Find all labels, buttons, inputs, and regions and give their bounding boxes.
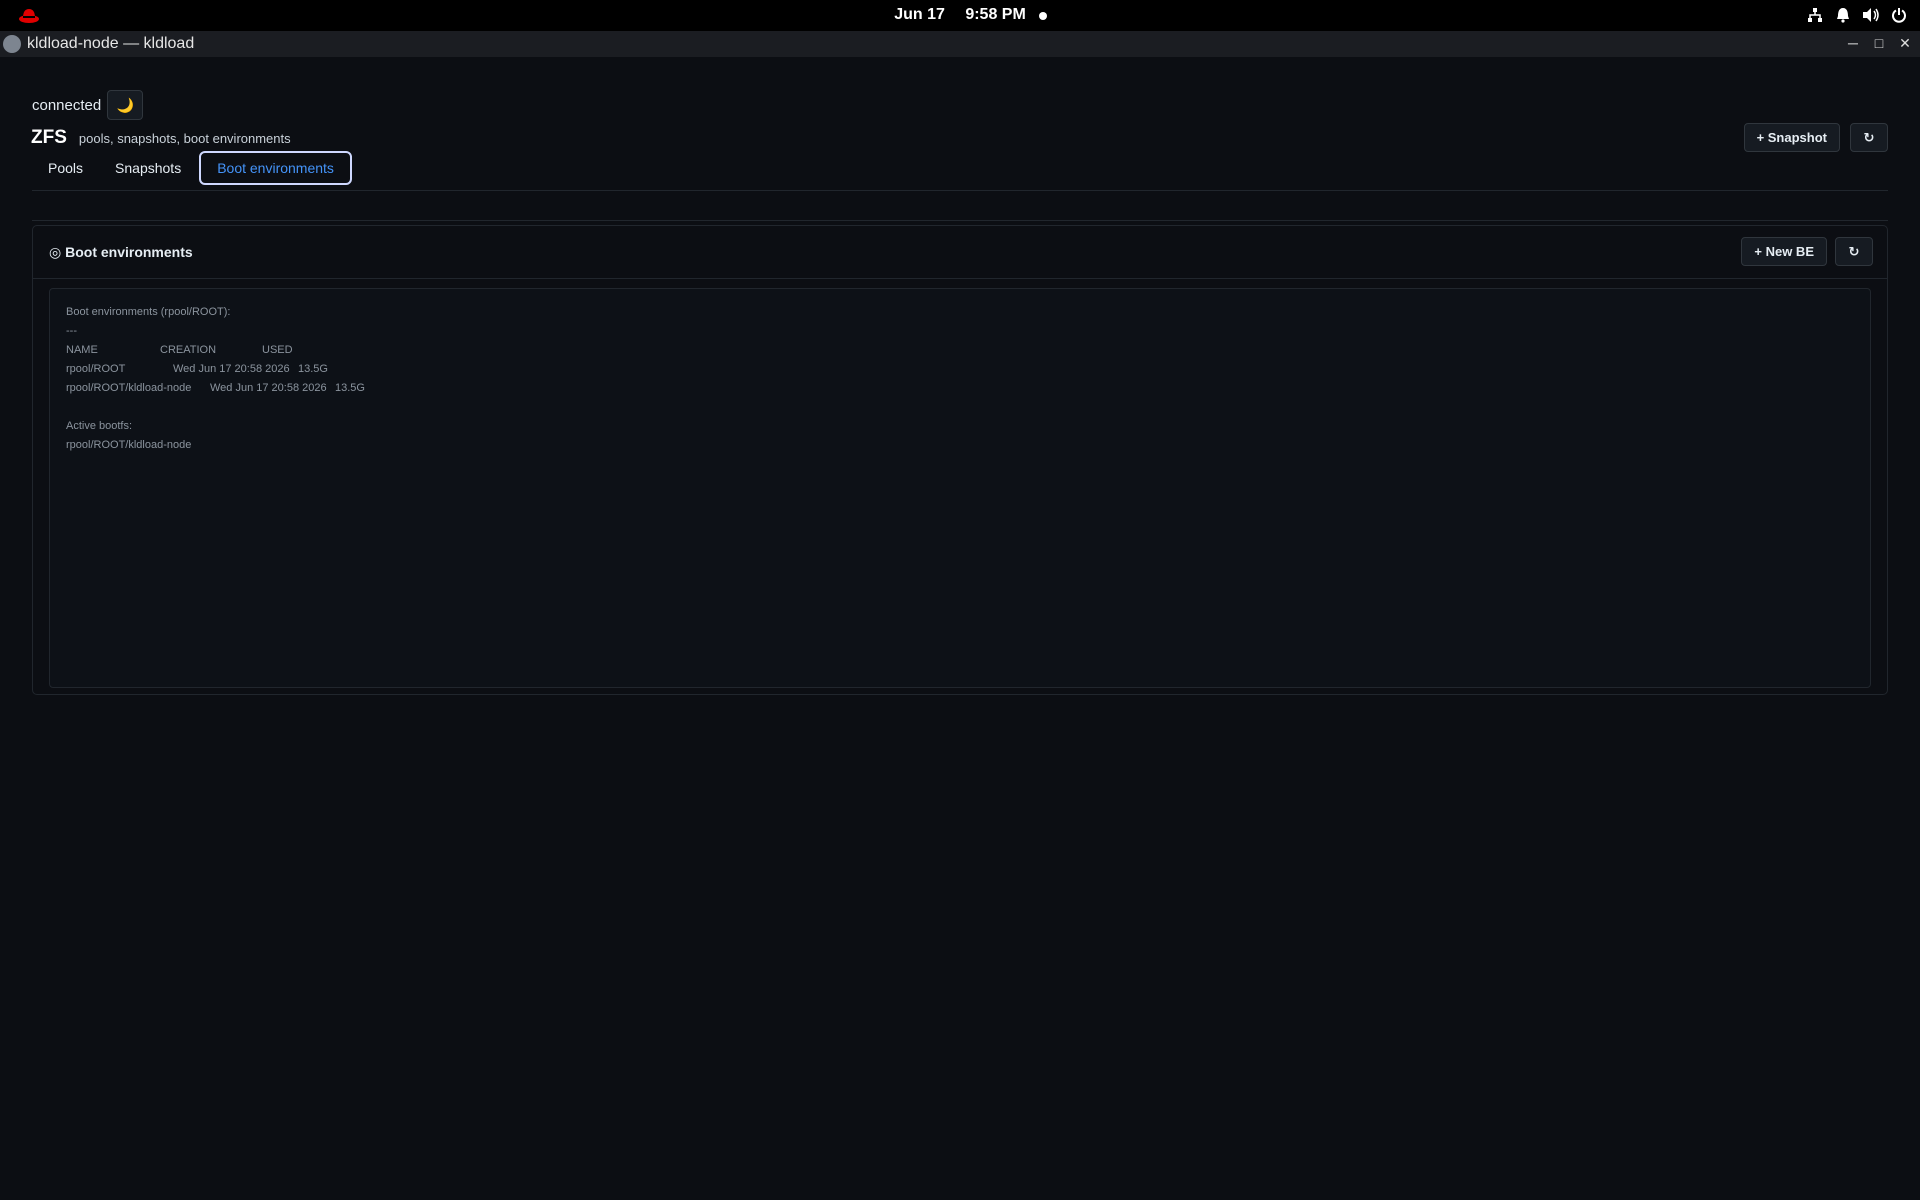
tab-boot-environments[interactable]: Boot environments [199,151,352,185]
refresh-icon: ↻ [1863,129,1875,145]
row-name: rpool/ROOT [66,363,126,375]
theme-toggle-button[interactable]: 🌙 [107,90,144,120]
column-name: NAME [66,344,98,356]
minimize-icon[interactable]: ─ [1846,34,1860,52]
app-globe-icon [3,35,21,53]
volume-icon[interactable] [1862,6,1880,24]
output-separator: --- [66,325,77,337]
refresh-icon: ↻ [1848,243,1860,259]
snapshot-button[interactable]: + Snapshot [1743,123,1840,152]
notification-dot-icon [1039,12,1047,20]
system-tray[interactable] [1806,6,1908,24]
table-row: rpool/ROOT Wed Jun 17 20:58 2026 13.5G [66,360,1854,379]
column-creation: CREATION [160,344,217,356]
page-title: ZFS [31,127,67,148]
card-refresh-button[interactable]: ↻ [1835,237,1873,266]
tab-bar: Pools Snapshots Boot environments [32,151,352,185]
power-icon[interactable] [1890,6,1908,24]
page-heading: ZFS pools, snapshots, boot environments [31,127,291,149]
content-divider [32,220,1888,221]
clock-time: 9:58 PM [965,6,1026,23]
row-used: 13.5G [335,382,365,394]
tab-snapshots[interactable]: Snapshots [99,152,197,184]
system-top-bar: Jun 17 9:58 PM [0,0,1920,31]
card-title: ◎ Boot environments [49,244,193,260]
clock-date: Jun 17 [894,6,945,23]
active-bootfs-label: Active bootfs: [66,420,133,432]
row-name: rpool/ROOT/kldload-node [66,382,192,394]
row-creation: Wed Jun 17 20:58 2026 [210,382,327,394]
boot-environments-card: ◎ Boot environments + New BE ↻ Boot envi… [32,225,1888,695]
close-icon[interactable]: ✕ [1898,34,1912,52]
table-row: rpool/ROOT/kldload-node Wed Jun 17 20:58… [66,379,1854,398]
output-column-headers: NAME CREATION USED [66,341,1854,360]
active-bootfs-value: rpool/ROOT/kldload-node [66,439,192,451]
network-icon[interactable] [1806,6,1824,24]
tab-pools[interactable]: Pools [32,152,99,184]
refresh-button[interactable]: ↻ [1850,123,1888,152]
row-used: 13.5G [298,363,328,375]
connection-status-text: connected [32,96,102,114]
page-actions: + Snapshot ↻ [1743,123,1888,152]
maximize-icon[interactable]: □ [1872,34,1886,52]
window-controls: ─ □ ✕ [1846,34,1912,52]
new-be-button[interactable]: + New BE [1741,237,1827,266]
clock[interactable]: Jun 17 9:58 PM [0,6,1920,24]
page-subtitle: pools, snapshots, boot environments [78,131,291,146]
card-separator [33,278,1887,279]
moon-icon: 🌙 [116,96,134,113]
row-creation: Wed Jun 17 20:58 2026 [173,363,290,375]
column-used: USED [262,344,293,356]
card-actions: + New BE ↻ [1741,237,1873,266]
output-header: Boot environments (rpool/ROOT): [66,306,231,318]
output-blank-line [66,398,1854,417]
tab-divider [32,190,1888,191]
bell-icon[interactable] [1834,6,1852,24]
window-title-bar[interactable]: kldload-node — kldload ─ □ ✕ [0,31,1920,57]
connection-status: connected 🌙 [32,90,144,120]
boot-environments-output[interactable]: Boot environments (rpool/ROOT): --- NAME… [49,288,1871,688]
window-title: kldload-node — kldload [27,35,195,52]
